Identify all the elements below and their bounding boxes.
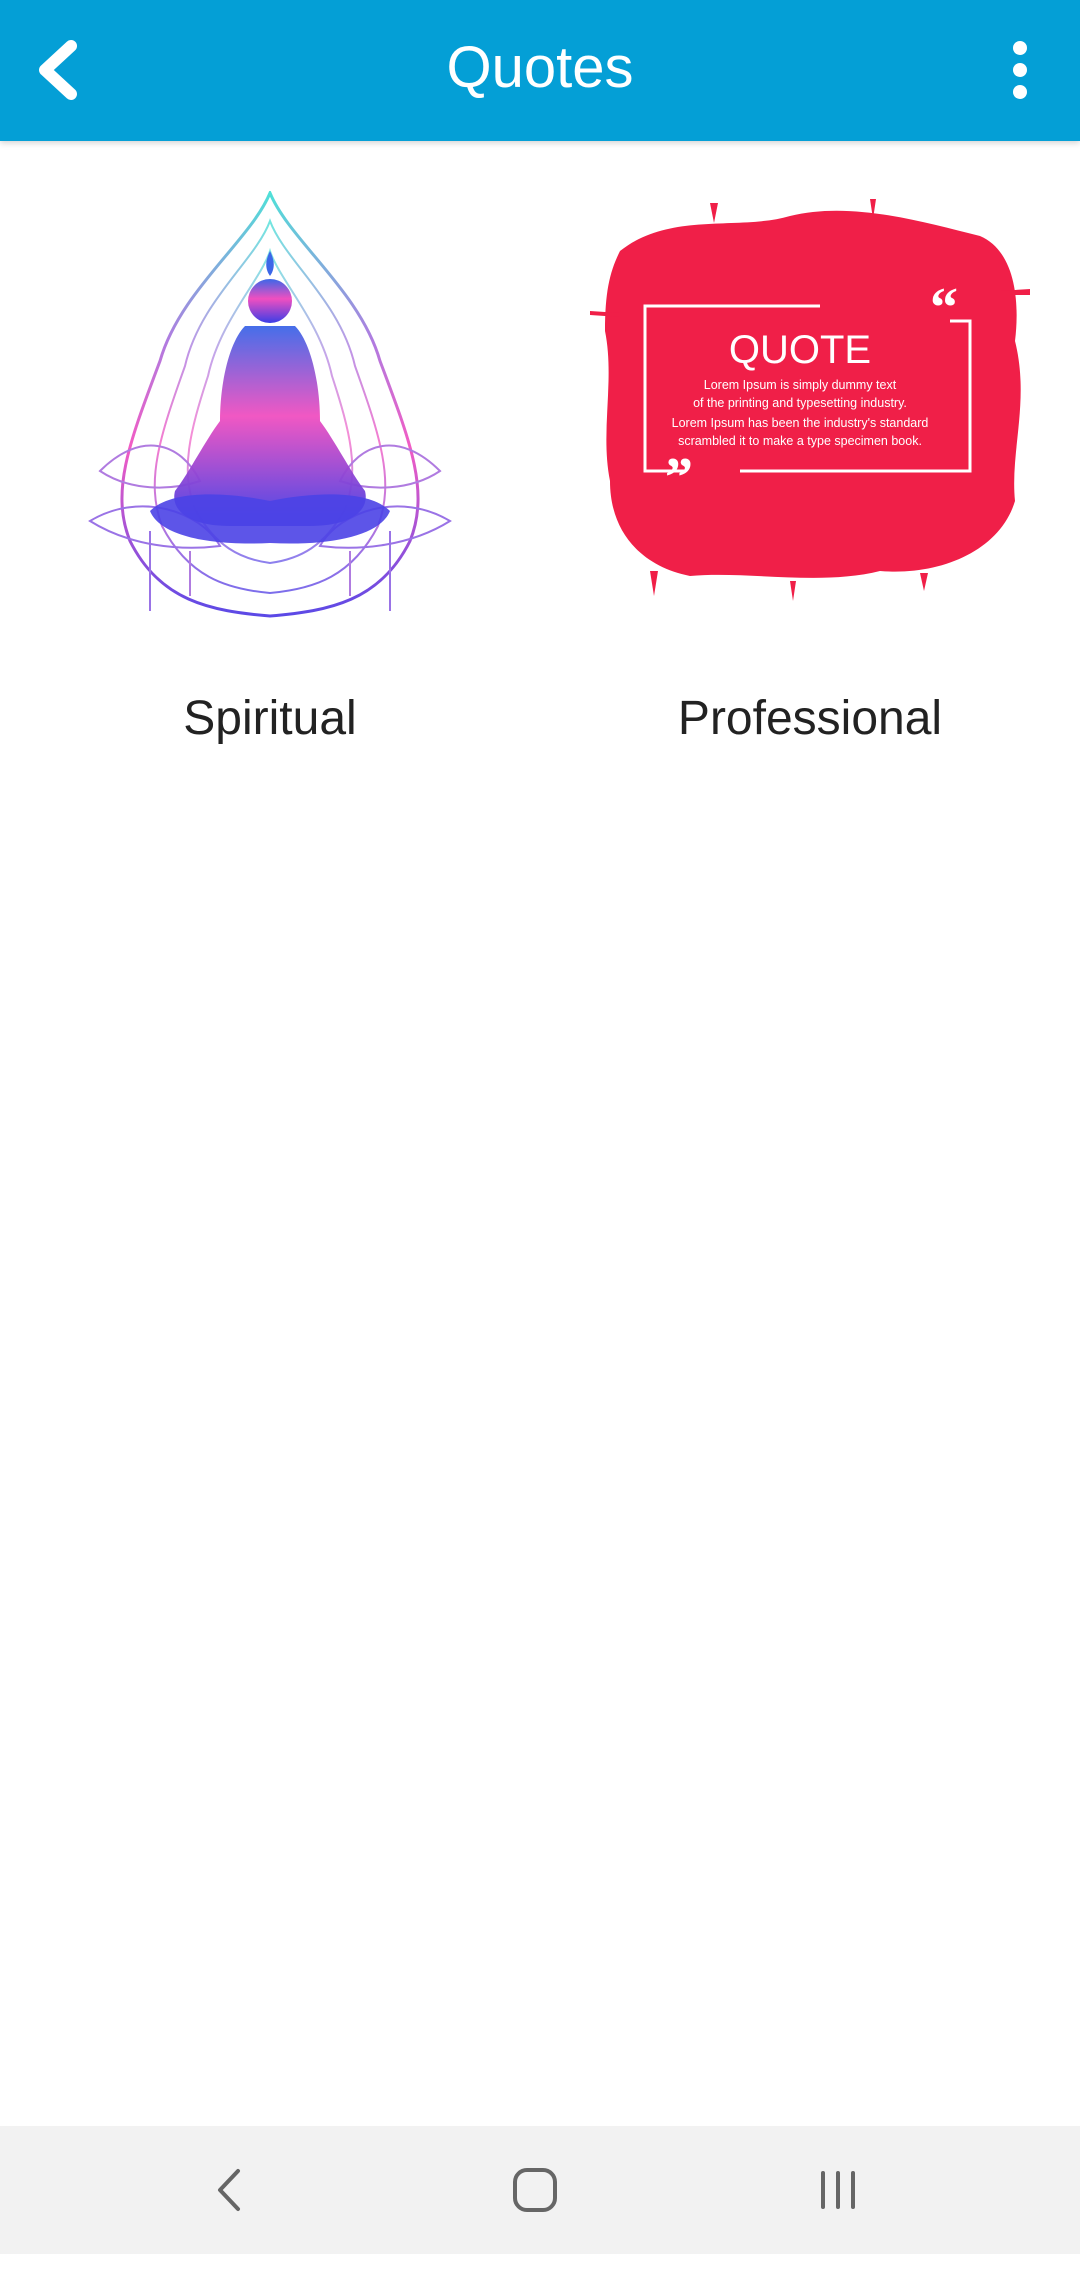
nav-home-icon: [513, 2168, 557, 2212]
nav-back-icon: [218, 2169, 240, 2211]
nav-recents-button[interactable]: [778, 2150, 898, 2230]
nav-recents-icon: [821, 2171, 855, 2209]
image-text-line: scrambled it to make a type specimen boo…: [678, 434, 922, 448]
page-title: Quotes: [446, 35, 634, 100]
system-nav-bar: [0, 2126, 1080, 2254]
app-bar: Quotes: [0, 0, 1080, 141]
category-label: Spiritual: [183, 692, 357, 745]
svg-text:“: “: [930, 277, 958, 339]
more-vertical-icon: [1013, 41, 1027, 99]
overflow-menu-button[interactable]: [990, 30, 1050, 110]
nav-back-button[interactable]: [170, 2150, 290, 2230]
category-label: Professional: [677, 692, 943, 745]
image-text-line: of the printing and typesetting industry…: [693, 396, 907, 410]
category-card-spiritual[interactable]: Spiritual: [20, 191, 520, 791]
image-text-line: Lorem Ipsum has been the industry's stan…: [672, 416, 929, 430]
category-card-professional[interactable]: “ ” QUOTE Lorem Ipsum is simply dummy te…: [560, 191, 1060, 791]
image-heading: QUOTE: [729, 328, 871, 372]
nav-home-button[interactable]: [475, 2150, 595, 2230]
image-text-line: Lorem Ipsum is simply dummy text: [704, 378, 897, 392]
quote-splash-image: “ ” QUOTE Lorem Ipsum is simply dummy te…: [590, 199, 1030, 601]
meditation-mandala-image: [88, 191, 452, 618]
svg-text:”: ”: [665, 447, 693, 509]
